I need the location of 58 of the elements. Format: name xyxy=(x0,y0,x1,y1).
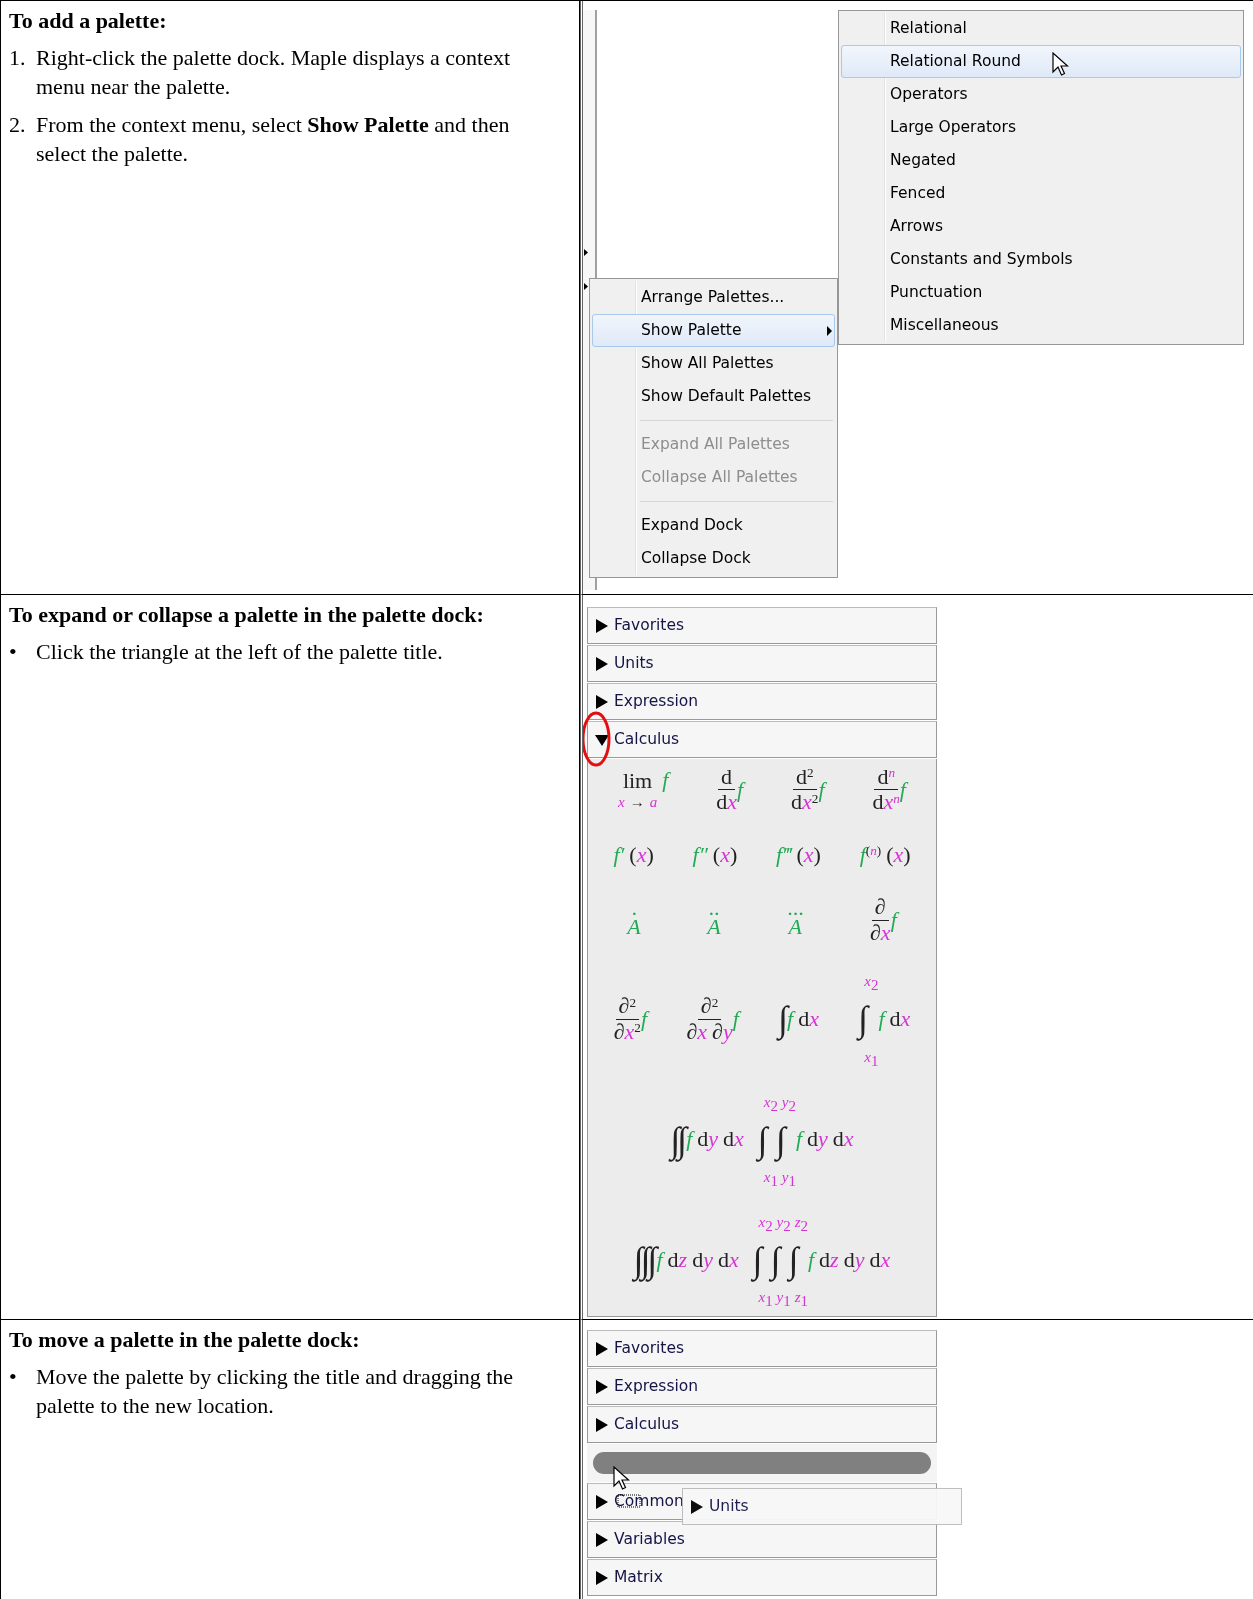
math-template[interactable]: ∫ x2 x1 f dx xyxy=(858,973,911,1066)
palette-header[interactable]: Matrix xyxy=(594,1565,663,1590)
palette-header[interactable]: Favorites xyxy=(594,1336,684,1361)
triangle-icon[interactable] xyxy=(594,655,610,672)
triangle-icon[interactable] xyxy=(594,1493,610,1510)
menu-item[interactable]: Large Operators xyxy=(841,111,1241,144)
math-template[interactable]: f′ (x) xyxy=(613,842,654,867)
menu-item[interactable]: Expand Dock xyxy=(592,509,835,542)
math-template[interactable]: ∫ x2 x1 ∫ y2 y1 ∫ z2 z1 f dz dy dx xyxy=(752,1213,891,1306)
list-marker: 1. xyxy=(9,44,27,72)
menu-item[interactable]: Show Default Palettes xyxy=(592,380,835,413)
triangle-icon[interactable] xyxy=(594,1340,610,1357)
list-marker: • xyxy=(9,1363,18,1391)
cursor-icon xyxy=(1052,52,1069,77)
section-heading: To expand or collapse a palette in the palette dock: xyxy=(9,601,485,629)
triangle-icon[interactable] xyxy=(689,1498,705,1515)
palette-header[interactable]: Variables xyxy=(594,1527,685,1552)
palette-header[interactable]: Common xyxy=(594,1489,684,1514)
math-template[interactable]: ∫ x2 x1 ∫ y2 y1 f dy dx xyxy=(757,1093,854,1186)
step-text: Right-click the palette dock. Maple displays a context menu near the palette. xyxy=(36,44,512,101)
step-text: Click the triangle at the left of the palette title. xyxy=(36,638,443,666)
section-heading: To move a palette in the palette dock: xyxy=(9,1326,361,1354)
menu-item[interactable]: Show All Palettes xyxy=(592,347,835,380)
palette-header[interactable]: Expression xyxy=(594,689,699,714)
palette-header[interactable]: Expression xyxy=(594,1374,699,1399)
list-marker: • xyxy=(9,638,18,666)
menu-item[interactable]: Collapse Dock xyxy=(592,542,835,575)
menu-item[interactable]: Relational Round xyxy=(841,45,1241,78)
dragged-palette-header[interactable]: Units xyxy=(689,1494,749,1519)
triangle-icon[interactable] xyxy=(594,1569,610,1586)
palette-header[interactable]: Units xyxy=(594,651,654,676)
menu-item[interactable]: Show Palette xyxy=(592,314,835,347)
menu-item[interactable]: Negated xyxy=(841,144,1241,177)
triangle-icon[interactable] xyxy=(594,693,610,710)
palette-header[interactable]: Favorites xyxy=(594,613,684,638)
list-marker: 2. xyxy=(9,111,27,139)
math-template[interactable]: lim x → a f xyxy=(617,767,669,812)
palette-header[interactable]: Calculus xyxy=(594,1412,680,1437)
menu-item[interactable]: Constants and Symbols xyxy=(841,243,1241,276)
menu-item[interactable]: Relational xyxy=(841,12,1241,45)
menu-item[interactable]: Arrange Palettes... xyxy=(592,281,835,314)
menu-item[interactable]: Operators xyxy=(841,78,1241,111)
triangle-icon[interactable] xyxy=(594,1378,610,1395)
step-text: Move the palette by clicking the title and dragging the palette to the new location. xyxy=(36,1363,515,1420)
step-text: From the context menu, select Show Palette and then select the palette. xyxy=(36,111,511,168)
math-template[interactable]: f″ (x) xyxy=(692,842,738,867)
menu-item[interactable]: Arrows xyxy=(841,210,1241,243)
triangle-icon[interactable] xyxy=(594,1531,610,1548)
triangle-icon[interactable] xyxy=(594,1416,610,1433)
palette-header[interactable]: Calculus xyxy=(594,727,680,752)
menu-item[interactable]: Punctuation xyxy=(841,276,1241,309)
section-heading: To add a palette: xyxy=(9,7,168,35)
math-template[interactable]: f‴ (x) xyxy=(776,842,821,867)
menu-item[interactable]: Miscellaneous xyxy=(841,309,1241,342)
menu-item[interactable]: Fenced xyxy=(841,177,1241,210)
triangle-icon[interactable] xyxy=(594,617,610,634)
drag-box-icon xyxy=(617,1494,641,1508)
caret-icon xyxy=(584,249,588,256)
